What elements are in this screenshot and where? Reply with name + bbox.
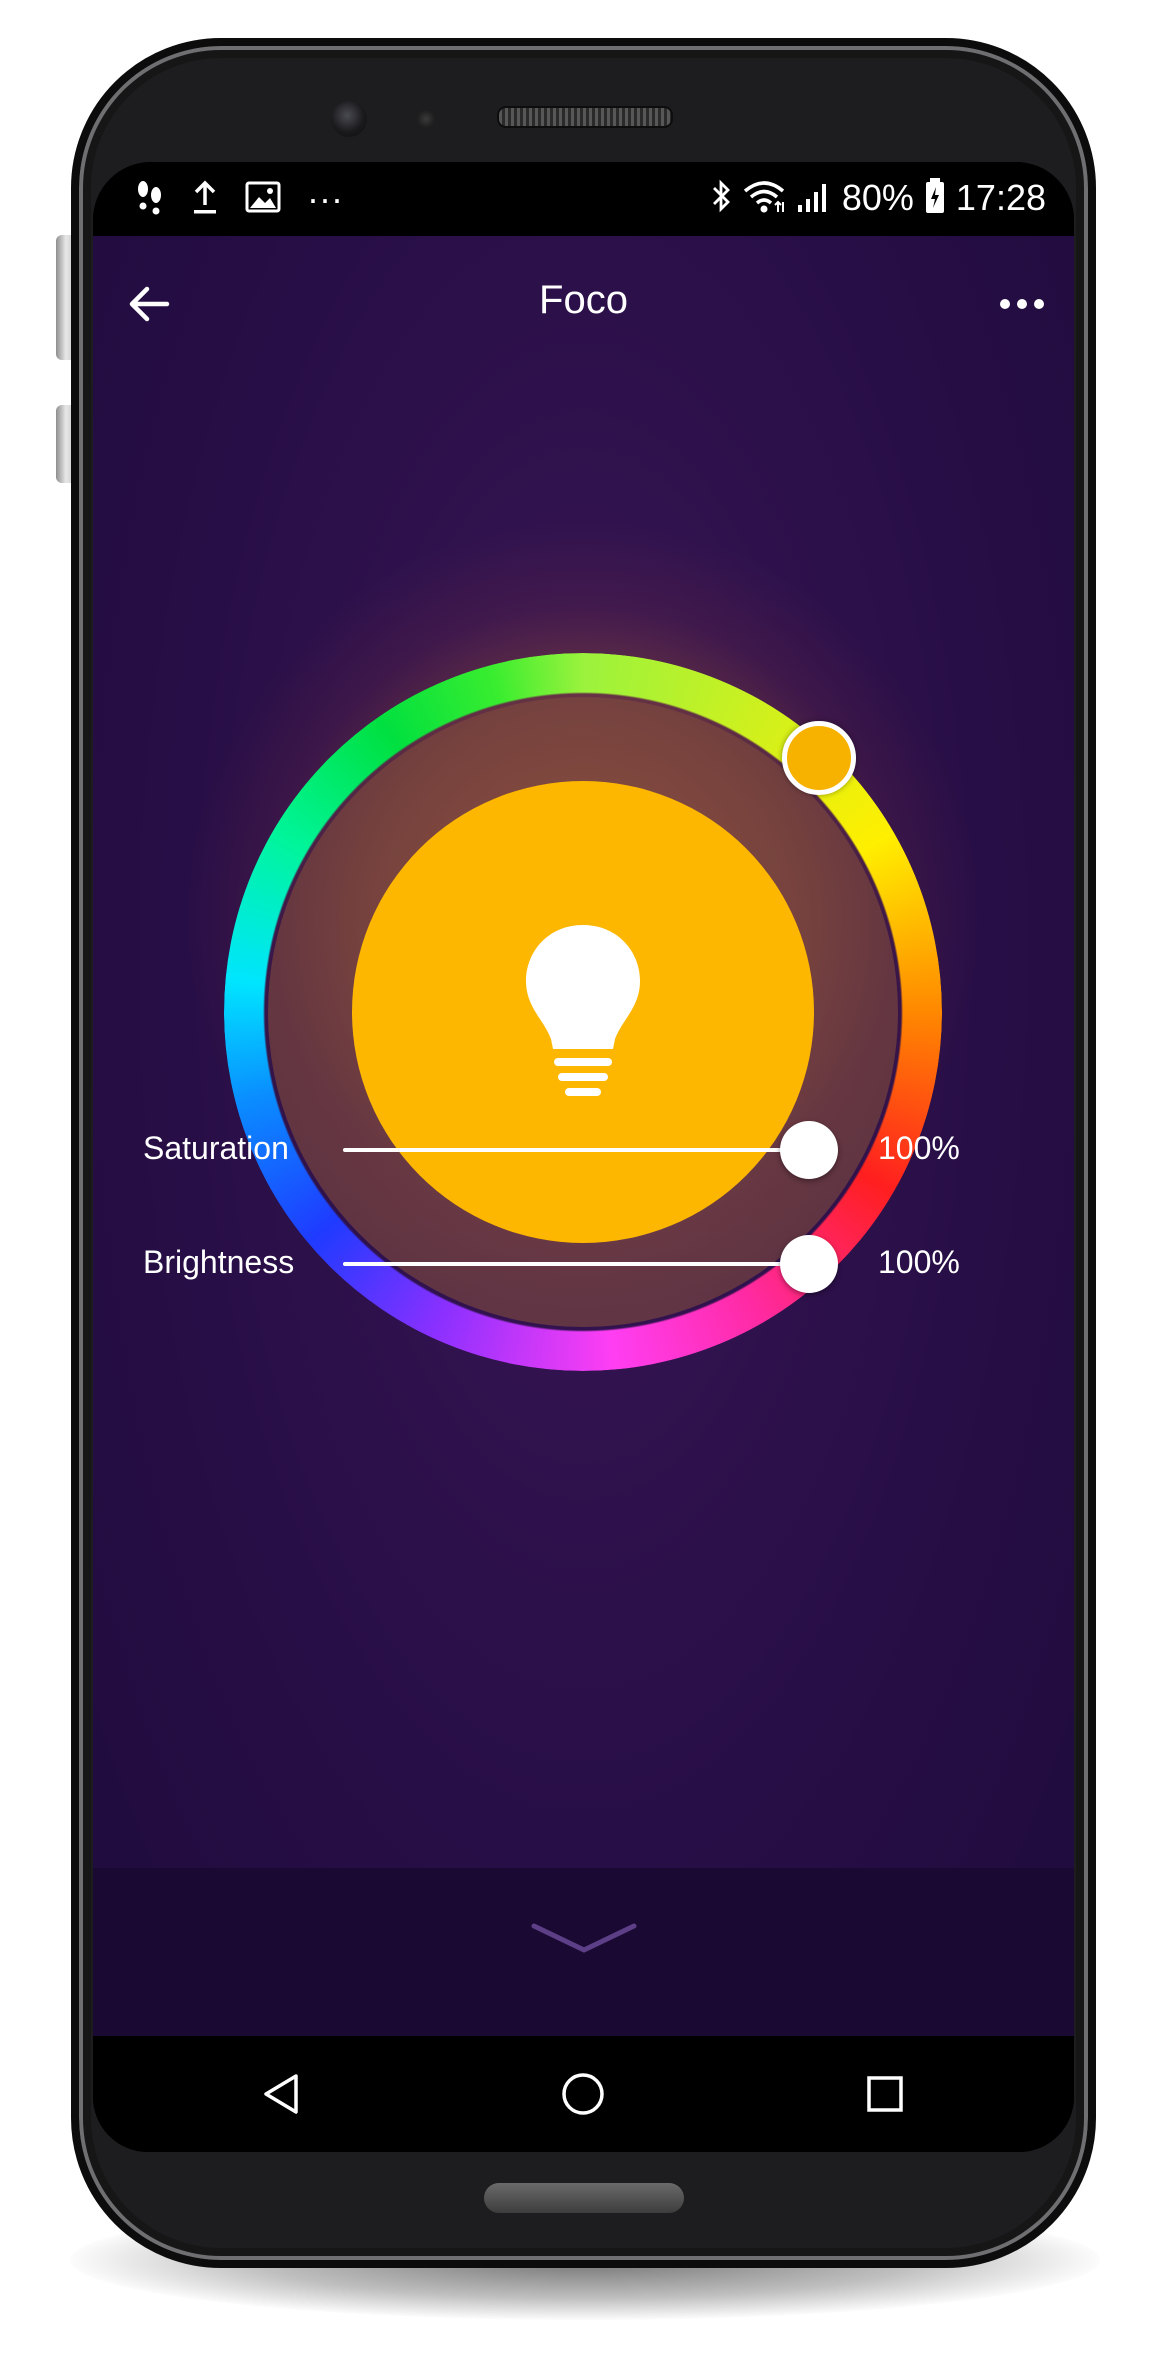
more-options-button[interactable]	[990, 276, 1054, 332]
brightness-slider-row: Brightness 100%	[93, 1224, 1074, 1304]
back-triangle-icon	[264, 2074, 298, 2114]
front-camera	[331, 101, 367, 137]
app-screen: Foco Saturation 100% Brightness 100%	[93, 236, 1074, 2036]
saturation-label: Saturation	[143, 1130, 289, 1166]
clock: 17:28	[955, 177, 1046, 218]
lightbulb-icon	[526, 925, 640, 1096]
status-right: 80% 17:28	[710, 176, 1046, 220]
brightness-value: 100%	[878, 1244, 960, 1280]
app-header: Foco	[93, 236, 1074, 366]
saturation-slider-row: Saturation 100%	[93, 1110, 1074, 1190]
wifi-icon	[742, 178, 786, 219]
bottom-panel	[93, 1868, 1074, 2036]
saturation-value: 100%	[878, 1130, 960, 1166]
chevron-down-icon	[531, 1923, 637, 1953]
home-indicator	[484, 2183, 684, 2213]
expand-panel-button[interactable]	[528, 1918, 640, 1958]
battery-percentage: 80%	[841, 177, 914, 218]
upload-icon	[191, 179, 219, 220]
home-circle-icon	[562, 2073, 604, 2115]
nav-back-button[interactable]	[253, 2066, 309, 2122]
nav-home-button[interactable]	[555, 2066, 611, 2122]
earpiece-speaker	[497, 106, 673, 128]
saturation-thumb[interactable]	[780, 1121, 838, 1179]
system-nav-bar	[93, 2036, 1074, 2152]
battery-icon	[924, 177, 946, 220]
more-horizontal-icon	[1000, 299, 1010, 309]
recents-square-icon	[867, 2076, 903, 2112]
page-title: Foco	[539, 278, 628, 322]
nav-recents-button[interactable]	[857, 2066, 913, 2122]
brightness-thumb[interactable]	[780, 1235, 838, 1293]
bluetooth-icon	[710, 178, 732, 219]
brightness-label: Brightness	[143, 1244, 295, 1280]
status-bar: ··· 80% 17:28	[93, 162, 1074, 236]
screen: ··· 80% 17:28 Foco Saturation 100% Brigh…	[93, 162, 1074, 2152]
footprints-icon	[135, 179, 165, 220]
brightness-track[interactable]	[343, 1262, 813, 1266]
status-left: ···	[135, 178, 343, 220]
proximity-sensor	[417, 110, 435, 128]
color-picker-handle[interactable]	[782, 721, 856, 795]
signal-icon	[796, 178, 832, 219]
saturation-track[interactable]	[343, 1148, 813, 1152]
more-notifications-icon: ···	[307, 178, 343, 219]
image-icon	[245, 181, 281, 218]
